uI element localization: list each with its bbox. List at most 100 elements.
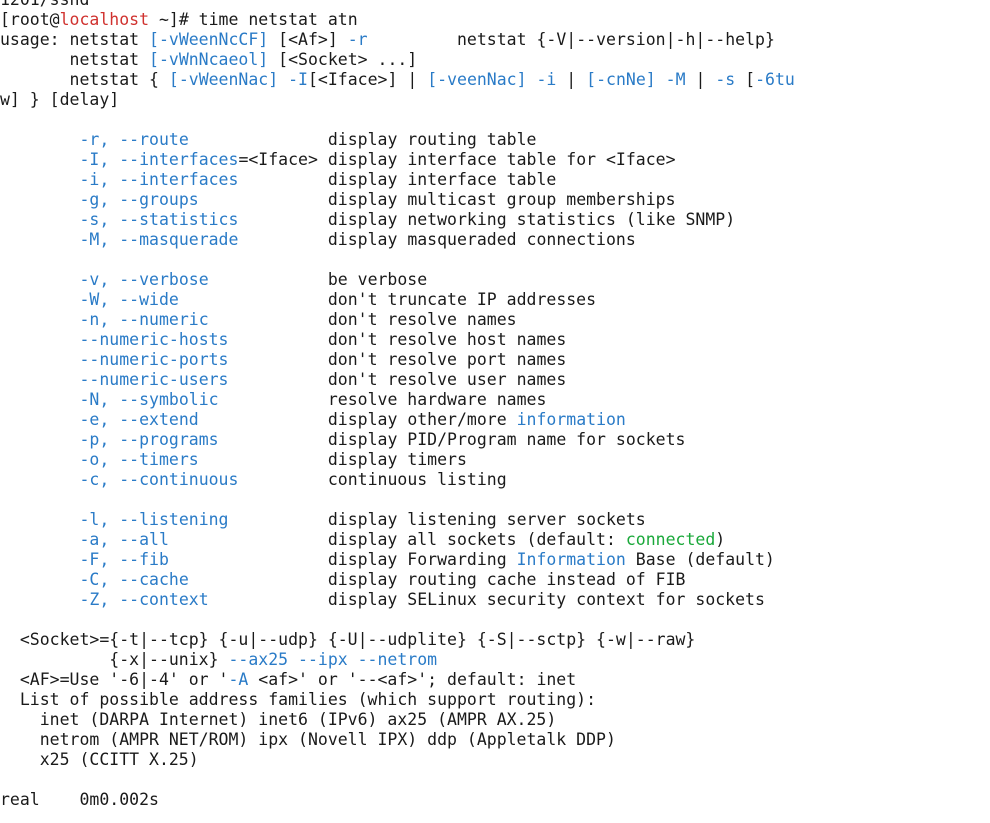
terminal-text: | (685, 70, 716, 89)
option-flag: Information (516, 550, 626, 569)
terminal-text: don't resolve host names (228, 330, 567, 349)
hostname: localhost (59, 10, 150, 29)
option-flag: -e, --extend (79, 410, 199, 429)
output-line: usage: netstat [-vWeenNcCF] [<Af>] -r ne… (0, 30, 990, 50)
terminal-text: netrom (AMPR NET/ROM) ipx (Novell IPX) d… (0, 730, 616, 749)
output-line: <Socket>={-t|--tcp} {-u|--udp} {-U|--udp… (0, 630, 990, 650)
option-line: -p, --programs display PID/Program name … (0, 430, 990, 450)
terminal-text: real 0m0.002s (0, 790, 159, 809)
option-flag: -n, --numeric (79, 310, 209, 329)
option-flag: -Z, --context (79, 590, 209, 609)
output-line: {-x|--unix} --ax25 --ipx --netrom (0, 650, 990, 670)
highlight-text: connected (625, 530, 716, 549)
option-line: -s, --statistics display networking stat… (0, 210, 990, 230)
terminal-text: display SELinux security context for soc… (208, 590, 765, 609)
terminal-text: [<Iface>] | (307, 70, 428, 89)
output-line: netstat { [-vWeenNac] -I[<Iface>] | [-ve… (0, 70, 990, 90)
terminal-text: display all sockets (default: (168, 530, 626, 549)
option-flag: [-vWeenNac] (168, 70, 279, 89)
terminal-text: don't resolve names (208, 310, 517, 329)
terminal-text: netstat (0, 50, 150, 69)
terminal-text: display routing cache instead of FIB (188, 570, 686, 589)
option-line: --numeric-ports don't resolve port names (0, 350, 990, 370)
terminal-text: resolve hardware names (218, 390, 547, 409)
terminal-text: don't resolve user names (228, 370, 567, 389)
option-flag: -A (228, 670, 249, 689)
option-flag: -C, --cache (79, 570, 189, 589)
output-line: <AF>=Use '-6|-4' or '-A <af>' or '--<af>… (0, 670, 990, 690)
output-line: 1201/sshd (0, 0, 990, 10)
option-line: --numeric-hosts don't resolve host names (0, 330, 990, 350)
option-line: -o, --timers display timers (0, 450, 990, 470)
option-flag: -M (665, 70, 686, 89)
terminal-text: netstat { (0, 70, 169, 89)
option-flag: -a, --all (79, 530, 169, 549)
terminal-text: 1201/sshd (0, 0, 89, 9)
option-flag: -o, --timers (79, 450, 199, 469)
terminal-text: w] } [delay] (0, 90, 120, 109)
option-line: -I, --interfaces=<Iface> display interfa… (0, 150, 990, 170)
option-flag: -c, --continuous (79, 470, 239, 489)
terminal-text: [ (735, 70, 756, 89)
option-line: -N, --symbolic resolve hardware names (0, 390, 990, 410)
option-line: -i, --interfaces display interface table (0, 170, 990, 190)
terminal-window[interactable]: 1201/sshd[root@localhost ~]# time netsta… (0, 0, 990, 823)
output-line: x25 (CCITT X.25) (0, 750, 990, 770)
terminal-text: ~]# time netstat atn (149, 10, 358, 29)
terminal-text: netstat {-V|--version|-h|--help} (367, 30, 775, 49)
option-flag: --numeric-users (79, 370, 229, 389)
terminal-text: display timers (198, 450, 467, 469)
output-line: w] } [delay] (0, 90, 990, 110)
option-flag: -v, --verbose (79, 270, 209, 289)
option-flag: -p, --programs (79, 430, 219, 449)
option-line: -g, --groups display multicast group mem… (0, 190, 990, 210)
option-line: -v, --verbose be verbose (0, 270, 990, 290)
option-flag: -I, --interfaces (79, 150, 239, 169)
terminal-text: be verbose (208, 270, 428, 289)
option-line: -M, --masquerade display masqueraded con… (0, 230, 990, 250)
option-line: -c, --continuous continuous listing (0, 470, 990, 490)
output-line: netstat [-vWnNcaeol] [<Socket> ...] (0, 50, 990, 70)
option-flag: [-vWeenNcCF] (149, 30, 269, 49)
terminal-text: display routing table (188, 130, 537, 149)
option-line: -W, --wide don't truncate IP addresses (0, 290, 990, 310)
terminal-text: <af>' or '--<af>'; default: inet (248, 670, 577, 689)
option-line: -e, --extend display other/more informat… (0, 410, 990, 430)
option-line: --numeric-users don't resolve user names (0, 370, 990, 390)
terminal-text: {-x|--unix} (0, 650, 229, 669)
option-flag: -M, --masquerade (79, 230, 239, 249)
option-line: -F, --fib display Forwarding Information… (0, 550, 990, 570)
terminal-text: <AF>=Use '-6|-4' or ' (0, 670, 229, 689)
terminal-text: <Socket>={-t|--tcp} {-u|--udp} {-U|--udp… (0, 630, 696, 649)
terminal-text: ) (715, 530, 726, 549)
terminal-text: display listening server sockets (228, 510, 646, 529)
option-line: -C, --cache display routing cache instea… (0, 570, 990, 590)
option-flag: -i (536, 70, 557, 89)
terminal-text: [<Socket> ...] (268, 50, 418, 69)
terminal-text: inet (DARPA Internet) inet6 (IPv6) ax25 … (0, 710, 557, 729)
option-flag: -F, --fib (79, 550, 169, 569)
terminal-text: don't resolve port names (228, 350, 567, 369)
terminal-text: display Forwarding (168, 550, 517, 569)
